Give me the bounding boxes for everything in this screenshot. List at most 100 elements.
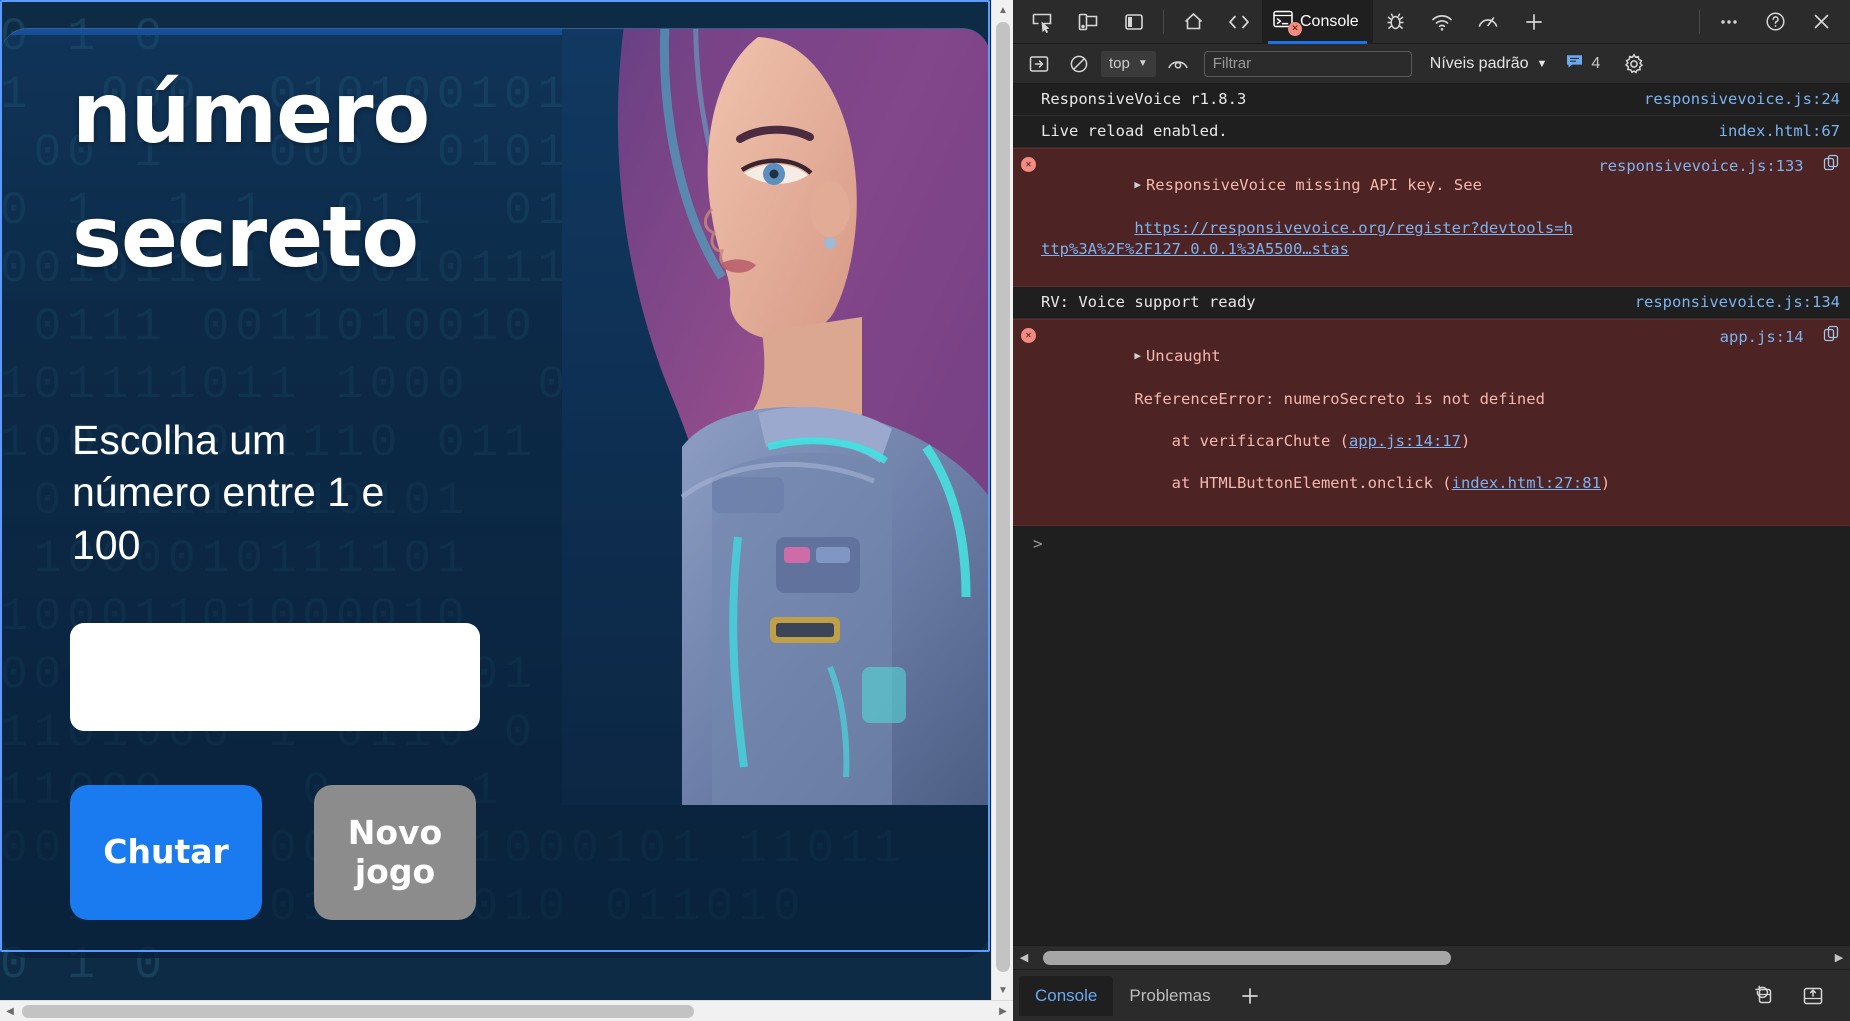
toolbar-divider-right	[1699, 9, 1700, 34]
execution-context-select[interactable]: top ▼	[1101, 50, 1156, 77]
restore-drawer-icon[interactable]	[1740, 976, 1786, 1016]
log-levels-label: Níveis padrão	[1429, 54, 1529, 72]
console-message-text: Live reload enabled.	[1041, 122, 1228, 140]
game-card: número secreto Escolha um número entre 1…	[0, 28, 990, 958]
guess-input[interactable]	[70, 623, 480, 731]
console-message-source[interactable]: app.js:14	[1720, 325, 1840, 348]
help-icon[interactable]	[1752, 2, 1798, 42]
dock-panel-icon[interactable]	[1790, 976, 1836, 1016]
more-options-icon[interactable]	[1706, 2, 1752, 42]
page-title: número secreto	[72, 64, 430, 287]
browser-page-viewport: 0 1 0 1 000 010100101001 00 1 000 010100…	[0, 0, 1013, 1021]
devtools-panel: Console ✕ top ▼ Filtrar Níveis padrão ▼ …	[1013, 0, 1850, 1021]
console-scroll-thumb[interactable]	[1043, 950, 1451, 965]
chevron-down-icon: ▼	[1137, 58, 1148, 69]
message-count-value: 4	[1591, 54, 1601, 72]
page-vertical-scrollbar[interactable]: ▲ ▼	[991, 0, 1013, 1000]
console-scroll-left-arrow[interactable]: ◀	[1013, 951, 1035, 964]
page-horizontal-scrollbar[interactable]: ◀ ▶	[0, 1000, 1013, 1021]
error-icon: ✕	[1021, 157, 1036, 172]
chevron-down-icon: ▼	[1536, 57, 1548, 70]
console-message-row[interactable]: ResponsiveVoice r1.8.3 responsivevoice.j…	[1013, 84, 1850, 116]
horizontal-scroll-thumb[interactable]	[22, 1005, 694, 1018]
console-error-summary: Uncaught	[1145, 347, 1221, 365]
console-message-row[interactable]: Live reload enabled. index.html:67	[1013, 116, 1850, 148]
console-message-source-label: app.js:14	[1719, 328, 1804, 346]
console-message-text: ResponsiveVoice r1.8.3	[1041, 90, 1247, 108]
console-error-row[interactable]: ✕ ▶ ResponsiveVoice missing API key. See …	[1013, 148, 1850, 287]
performance-icon[interactable]	[1465, 2, 1511, 42]
stack-frame-suffix: )	[1460, 432, 1471, 450]
page-content: 0 1 0 1 000 010100101001 00 1 000 010100…	[0, 0, 990, 1000]
message-count-indicator[interactable]: 4	[1565, 53, 1600, 75]
prompt-caret-icon: >	[1033, 534, 1043, 553]
live-expression-icon[interactable]	[1160, 49, 1196, 79]
scroll-down-arrow[interactable]: ▼	[992, 980, 1013, 1000]
panel-layout-icon[interactable]	[1111, 2, 1157, 42]
settings-gear-icon[interactable]	[1616, 49, 1652, 79]
console-message-text: ▶ ResponsiveVoice missing API key. See ht…	[1041, 154, 1580, 281]
chutar-button[interactable]: Chutar	[70, 785, 262, 920]
copy-icon[interactable]	[1823, 325, 1840, 348]
expand-triangle-icon[interactable]: ▶	[1134, 174, 1141, 195]
scroll-up-arrow[interactable]: ▲	[992, 0, 1013, 20]
add-tab-icon[interactable]	[1511, 2, 1557, 42]
console-message-source[interactable]: index.html:67	[1719, 121, 1840, 142]
stack-frame-link[interactable]: index.html:27:81	[1452, 474, 1601, 492]
close-icon[interactable]	[1798, 2, 1844, 42]
console-scroll-right-arrow[interactable]: ▶	[1828, 951, 1850, 964]
console-output[interactable]: ResponsiveVoice r1.8.3 responsivevoice.j…	[1013, 84, 1850, 945]
console-error-row[interactable]: ✕ ▶ Uncaught ReferenceError: numeroSecret…	[1013, 319, 1850, 526]
tab-console[interactable]: Console ✕	[1262, 0, 1373, 44]
drawer-tab-problemas[interactable]: Problemas	[1113, 976, 1226, 1016]
button-row: Chutar Novo jogo	[70, 785, 476, 920]
novo-jogo-button[interactable]: Novo jogo	[314, 785, 476, 920]
console-error-badge-icon: ✕	[1288, 21, 1302, 36]
stack-frame-suffix: )	[1600, 474, 1611, 492]
stack-frame-prefix: at HTMLButtonElement.onclick (	[1134, 474, 1452, 492]
console-filter-bar: top ▼ Níveis padrão ▼ 4	[1013, 44, 1850, 84]
console-message-text: ▶ Uncaught ReferenceError: numeroSecreto …	[1041, 325, 1702, 515]
console-message-source[interactable]: responsivevoice.js:133	[1598, 154, 1840, 177]
scroll-right-arrow[interactable]: ▶	[993, 1001, 1013, 1021]
console-error-summary: ResponsiveVoice missing API key. See	[1145, 176, 1482, 194]
devtools-window: 0 1 0 1 000 010100101001 00 1 000 010100…	[0, 0, 1850, 1021]
console-prompt[interactable]: >	[1013, 526, 1850, 561]
clear-console-icon[interactable]	[1061, 49, 1097, 79]
device-emulation-icon[interactable]	[1065, 2, 1111, 42]
console-error-detail: ReferenceError: numeroSecreto is not def…	[1134, 390, 1545, 408]
drawer-add-tab-icon[interactable]	[1227, 976, 1273, 1016]
filter-input[interactable]	[1203, 50, 1412, 77]
log-levels-select[interactable]: Níveis padrão ▼	[1430, 55, 1548, 73]
elements-icon[interactable]	[1216, 2, 1262, 42]
console-sidebar-icon[interactable]	[1021, 49, 1057, 79]
devtools-toolbar: Console ✕	[1013, 0, 1850, 44]
inspect-element-icon[interactable]	[1019, 2, 1065, 42]
console-message-row[interactable]: RV: Voice support ready responsivevoice.…	[1013, 287, 1850, 319]
stack-frame-prefix: at verificarChute (	[1134, 432, 1349, 450]
drawer-tab-bar: Console Problemas	[1013, 969, 1850, 1021]
expand-triangle-icon[interactable]: ▶	[1134, 345, 1141, 366]
vertical-scroll-thumb[interactable]	[996, 22, 1010, 972]
stack-frame-link[interactable]: app.js:14:17	[1349, 432, 1461, 450]
page-subtitle: Escolha um número entre 1 e 100	[72, 417, 385, 568]
console-message-source[interactable]: responsivevoice.js:24	[1644, 89, 1840, 110]
stack-frame-1: at HTMLButtonElement.onclick (index.html…	[1134, 474, 1611, 492]
home-icon[interactable]	[1170, 2, 1216, 42]
copy-icon[interactable]	[1823, 154, 1840, 177]
console-message-text: RV: Voice support ready	[1041, 293, 1256, 311]
console-message-source[interactable]: responsivevoice.js:134	[1635, 292, 1840, 313]
drawer-tab-console[interactable]: Console	[1019, 975, 1114, 1016]
debugger-icon[interactable]	[1373, 2, 1419, 42]
toolbar-right-group	[1693, 2, 1850, 42]
console-scroll-track[interactable]	[1035, 946, 1828, 970]
toolbar-divider	[1163, 9, 1164, 34]
network-icon[interactable]	[1419, 2, 1465, 42]
console-error-url[interactable]: https://responsivevoice.org/register?dev…	[1041, 219, 1573, 258]
execution-context-value: top	[1109, 55, 1130, 72]
scroll-left-arrow[interactable]: ◀	[0, 1001, 20, 1021]
stack-frame-0: at verificarChute (app.js:14:17)	[1134, 432, 1471, 450]
drawer-right-icons	[1740, 976, 1844, 1016]
console-message-source-label: responsivevoice.js:133	[1598, 157, 1804, 175]
console-horizontal-scrollbar[interactable]: ◀ ▶	[1013, 945, 1850, 969]
